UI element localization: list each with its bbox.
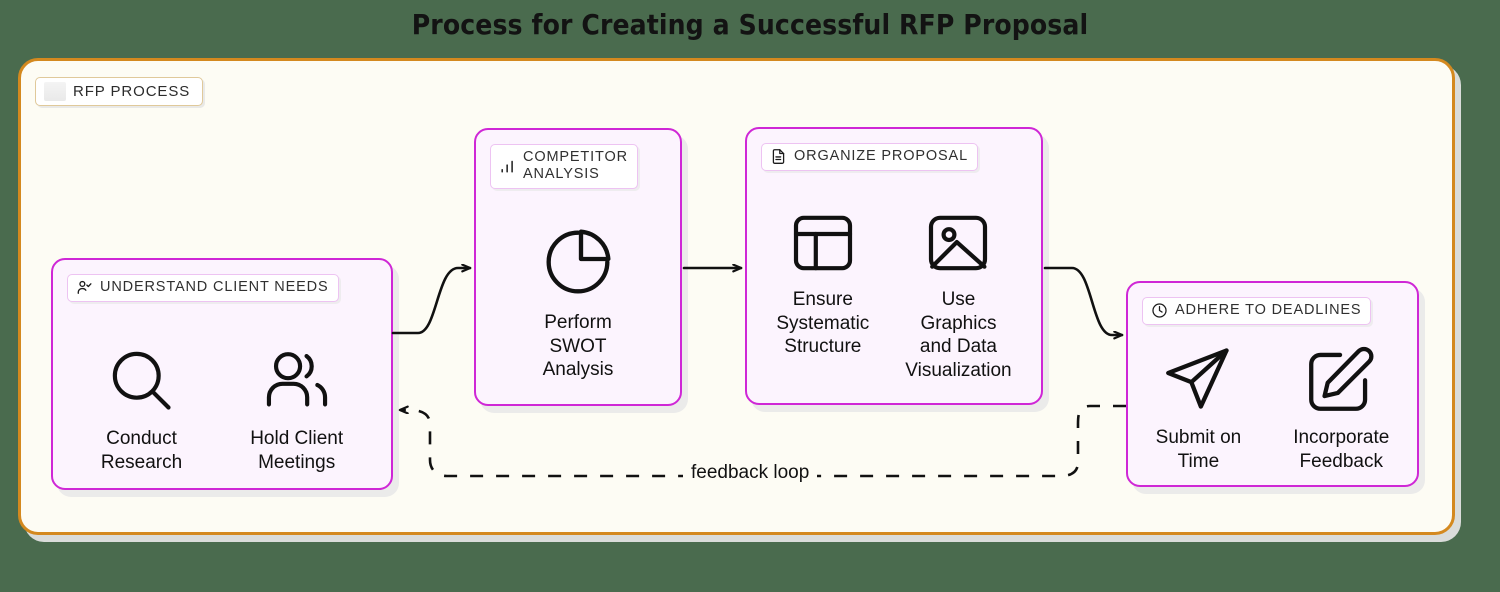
item-label: Conduct Research xyxy=(100,428,183,473)
pie-chart-icon xyxy=(546,229,611,294)
feedback-loop-label: feedback loop xyxy=(683,462,818,484)
users-icon xyxy=(266,352,327,407)
color-swatch-icon xyxy=(44,82,66,101)
item-label: Submit on Time xyxy=(1155,427,1242,472)
stage-badge-label: UNDERSTAND CLIENT NEEDS xyxy=(100,279,329,295)
item-hold-client-meetings[interactable]: Hold Client Meetings xyxy=(250,344,343,474)
item-label: Hold Client Meetings xyxy=(250,428,344,473)
user-check-icon xyxy=(77,280,92,294)
item-use-graphics-data-visualization[interactable]: Use Graphics and Data Visualization xyxy=(905,207,1012,382)
stage-badge-label: COMPETITOR ANALYSIS xyxy=(523,149,628,182)
image-icon xyxy=(929,215,988,271)
stage-badge-label: ORGANIZE PROPOSAL xyxy=(794,148,968,164)
search-icon xyxy=(112,351,171,410)
page-title: Process for Creating a Successful RFP Pr… xyxy=(411,8,1089,41)
item-submit-on-time[interactable]: Submit on Time xyxy=(1155,341,1242,473)
item-label: Use Graphics and Data Visualization xyxy=(905,289,1012,381)
diagram-root: Process for Creating a Successful RFP Pr… xyxy=(0,0,1500,592)
stage-items-competitor: Perform SWOT Analysis xyxy=(476,222,680,382)
item-label: Ensure Systematic Structure xyxy=(776,289,870,357)
item-label: Incorporate Feedback xyxy=(1293,427,1390,472)
item-perform-swot-analysis[interactable]: Perform SWOT Analysis xyxy=(538,222,618,382)
stage-adhere-to-deadlines[interactable]: ADHERE TO DEADLINES Submit on Time Incor… xyxy=(1126,281,1419,487)
stage-badge-competitor: COMPETITOR ANALYSIS xyxy=(490,144,638,189)
stage-organize-proposal[interactable]: ORGANIZE PROPOSAL Ensure Systematic Stru… xyxy=(745,127,1043,405)
item-ensure-systematic-structure[interactable]: Ensure Systematic Structure xyxy=(776,207,869,359)
stage-items-understand: Conduct Research Hold Client Meetings xyxy=(53,344,391,474)
file-text-icon xyxy=(772,149,785,164)
stage-items-deadlines: Submit on Time Incorporate Feedback xyxy=(1128,341,1417,473)
layout-icon xyxy=(793,215,852,271)
stage-understand-client-needs[interactable]: UNDERSTAND CLIENT NEEDS Conduct Research… xyxy=(51,258,393,490)
stage-badge-deadlines: ADHERE TO DEADLINES xyxy=(1142,297,1372,325)
send-icon xyxy=(1166,348,1230,409)
item-label: Perform SWOT Analysis xyxy=(542,312,614,380)
stage-badge-organize: ORGANIZE PROPOSAL xyxy=(761,143,978,171)
bar-chart-icon xyxy=(501,160,513,173)
item-conduct-research[interactable]: Conduct Research xyxy=(101,344,182,474)
stage-badge-understand: UNDERSTAND CLIENT NEEDS xyxy=(67,274,339,302)
container-badge: RFP PROCESS xyxy=(35,77,204,106)
container-badge-label: RFP PROCESS xyxy=(73,83,191,100)
clock-icon xyxy=(1152,303,1167,318)
stage-items-organize: Ensure Systematic Structure Use Graphics… xyxy=(747,207,1041,382)
stage-badge-label: ADHERE TO DEADLINES xyxy=(1175,302,1362,318)
edit-square-icon xyxy=(1309,346,1374,411)
stage-competitor-analysis[interactable]: COMPETITOR ANALYSIS Perform SWOT Analysi… xyxy=(474,128,682,406)
item-incorporate-feedback[interactable]: Incorporate Feedback xyxy=(1293,341,1389,473)
